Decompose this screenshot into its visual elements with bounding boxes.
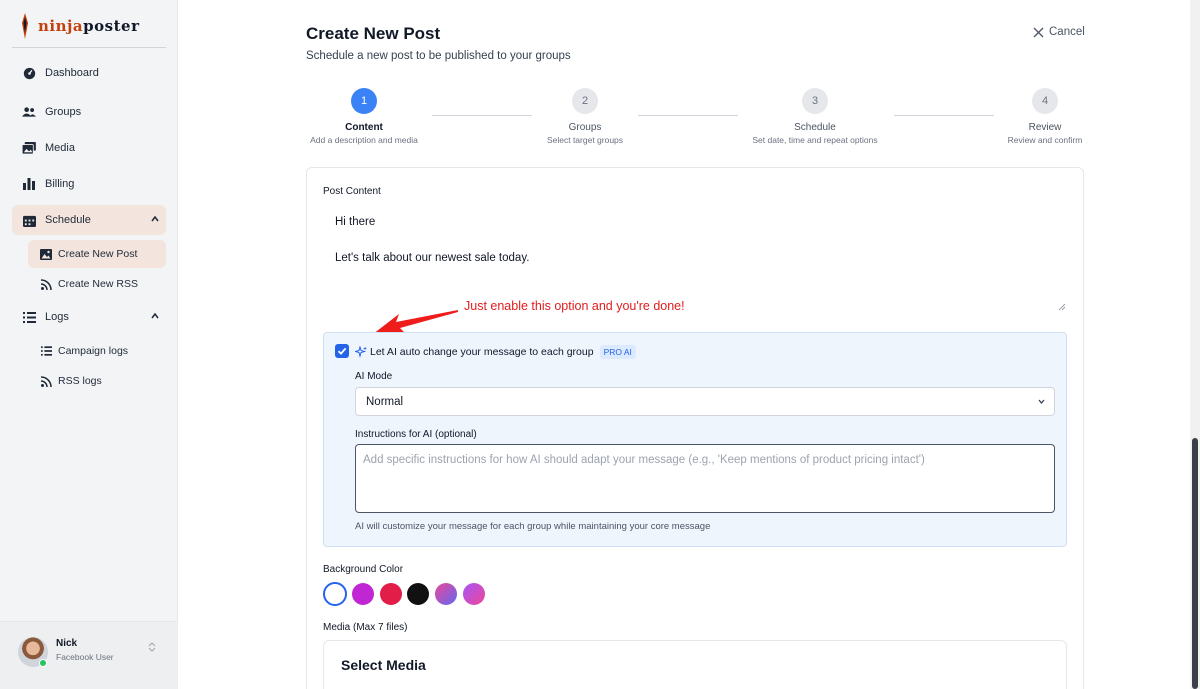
color-swatch-magenta[interactable] <box>352 583 374 605</box>
step-number: 3 <box>802 88 828 114</box>
step-description: Review and confirm <box>1007 135 1083 145</box>
online-status-dot <box>39 659 47 667</box>
resize-handle-icon[interactable] <box>1058 303 1066 311</box>
ai-instructions-textarea[interactable]: Add specific instructions for how AI sho… <box>355 444 1055 513</box>
color-swatch-white[interactable] <box>323 582 347 606</box>
page-title: Create New Post <box>306 24 441 43</box>
logo[interactable]: ninjaposter <box>18 12 139 40</box>
sidebar-subitem-label: Create New Post <box>58 248 138 260</box>
sidebar-item-groups[interactable]: Groups <box>12 97 166 127</box>
rss-icon <box>40 278 52 290</box>
step-label: Schedule <box>794 122 836 133</box>
post-content-label: Post Content <box>323 186 381 197</box>
step-number: 4 <box>1032 88 1058 114</box>
user-role: Facebook User <box>56 652 114 662</box>
sidebar-subitem-label: RSS logs <box>58 375 102 387</box>
page-subtitle: Schedule a new post to be published to y… <box>306 50 571 62</box>
ai-instructions-label: Instructions for AI (optional) <box>355 429 477 440</box>
chevron-updown-icon <box>148 642 156 652</box>
sidebar-item-dashboard[interactable]: Dashboard <box>12 58 166 88</box>
sidebar-subitem-rss-logs[interactable]: RSS logs <box>28 367 166 395</box>
cancel-button[interactable]: Cancel <box>1033 26 1085 38</box>
sidebar-subitem-label: Campaign logs <box>58 345 129 357</box>
color-swatch-gradient-pink-blue[interactable] <box>435 583 457 605</box>
logo-text-poster: poster <box>83 17 140 35</box>
chevron-up-icon <box>151 312 159 319</box>
sidebar-item-label: Dashboard <box>45 67 99 79</box>
select-media-box[interactable] <box>323 640 1067 689</box>
step-review[interactable]: 4 Review Review and confirm <box>1004 88 1086 145</box>
step-description: Select target groups <box>546 135 624 145</box>
users-icon <box>22 105 36 119</box>
step-label: Review <box>1028 122 1062 133</box>
step-description: Add a description and media <box>310 135 418 145</box>
sidebar-item-label: Billing <box>45 178 75 190</box>
pro-ai-badge: PRO AI <box>599 345 636 359</box>
sidebar-item-label: Logs <box>45 311 69 323</box>
ai-auto-change-label[interactable]: Let AI auto change your message to each … <box>355 345 636 359</box>
ai-hint-text: AI will customize your message for each … <box>355 521 711 532</box>
sidebar-item-billing[interactable]: Billing <box>12 169 166 199</box>
logo-divider <box>12 47 166 48</box>
media-label: Media (Max 7 files) <box>323 622 408 633</box>
scrollbar-thumb[interactable] <box>1192 438 1198 689</box>
step-number: 1 <box>351 88 377 114</box>
close-icon <box>1033 27 1044 37</box>
sidebar-subitem-create-new-rss[interactable]: Create New RSS <box>28 270 166 298</box>
page-scrollbar[interactable] <box>1190 0 1200 689</box>
sidebar-subitem-label: Create New RSS <box>58 278 138 290</box>
user-menu[interactable]: Nick Facebook User <box>0 621 178 689</box>
image-icon <box>40 248 52 260</box>
rss-icon <box>40 375 52 387</box>
post-content-line: Let's talk about our newest sale today. <box>335 252 530 264</box>
step-schedule[interactable]: 3 Schedule Set date, time and repeat opt… <box>745 88 885 145</box>
step-number: 2 <box>572 88 598 114</box>
sidebar-subitem-campaign-logs[interactable]: Campaign logs <box>28 337 166 365</box>
sidebar-item-label: Media <box>45 142 75 154</box>
chevron-up-icon <box>151 215 159 222</box>
ai-instructions-placeholder: Add specific instructions for how AI sho… <box>363 454 925 466</box>
sidebar-item-media[interactable]: Media <box>12 133 166 163</box>
sidebar-item-label: Groups <box>45 106 82 118</box>
color-swatch-gradient-purple-pink[interactable] <box>463 583 485 605</box>
ninja-logo-icon <box>22 13 28 39</box>
dashboard-icon <box>22 66 36 80</box>
background-color-label: Background Color <box>323 564 404 575</box>
chevron-down-icon <box>1038 399 1045 405</box>
select-media-title: Select Media <box>341 657 426 673</box>
annotation-text: Just enable this option and you're done! <box>464 299 685 313</box>
step-groups[interactable]: 2 Groups Select target groups <box>535 88 635 145</box>
stepper-connector <box>432 115 532 116</box>
sparkles-icon <box>355 346 367 358</box>
sidebar-item-label: Schedule <box>45 214 91 226</box>
step-label: Content <box>345 122 383 133</box>
media-icon <box>22 141 36 155</box>
list-icon <box>22 310 36 324</box>
bar-chart-icon <box>22 177 36 191</box>
post-content-line: Hi there <box>335 216 376 228</box>
logo-text-ninja: ninja <box>38 17 84 35</box>
step-label: Groups <box>568 122 602 133</box>
checkmark-icon <box>337 347 347 355</box>
cancel-label: Cancel <box>1049 26 1085 38</box>
ai-auto-change-checkbox[interactable] <box>335 344 349 358</box>
calendar-icon <box>22 213 36 227</box>
user-name: Nick <box>56 638 78 649</box>
sidebar-item-logs[interactable]: Logs <box>12 302 166 332</box>
list-icon <box>40 345 52 357</box>
color-swatch-black[interactable] <box>407 583 429 605</box>
logo-text: ninjaposter <box>38 17 139 35</box>
stepper-connector <box>638 115 738 116</box>
ai-mode-label: AI Mode <box>355 371 393 382</box>
sidebar: ninjaposter Dashboard Groups Media Billi… <box>0 0 178 689</box>
ai-toggle-text: Let AI auto change your message to each … <box>370 346 594 358</box>
sidebar-subitem-create-new-post[interactable]: Create New Post <box>28 240 166 268</box>
step-content[interactable]: 1 Content Add a description and media <box>306 88 422 145</box>
ai-mode-value: Normal <box>366 395 404 408</box>
stepper-connector <box>894 115 994 116</box>
step-description: Set date, time and repeat options <box>752 135 878 145</box>
sidebar-item-schedule[interactable]: Schedule <box>12 205 166 235</box>
ai-mode-select[interactable]: Normal <box>355 387 1055 416</box>
color-swatch-red[interactable] <box>380 583 402 605</box>
